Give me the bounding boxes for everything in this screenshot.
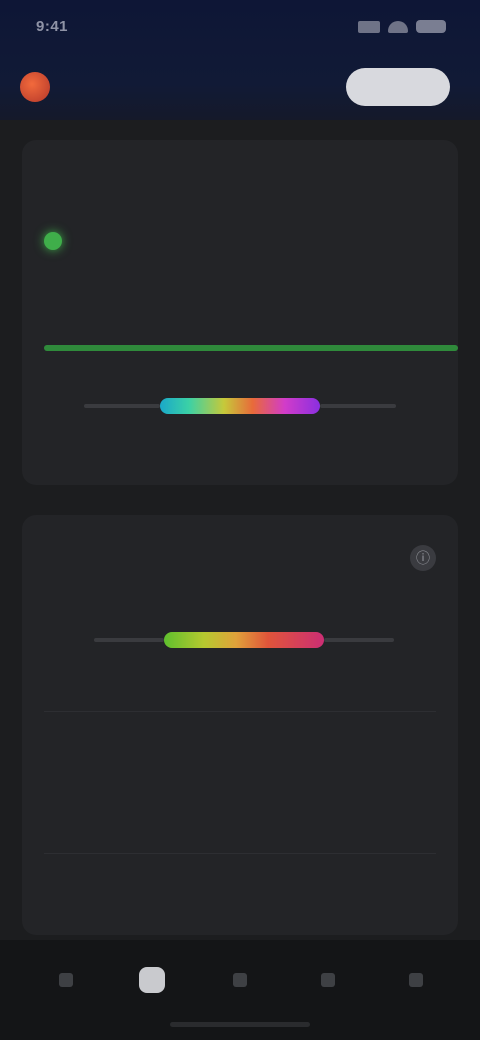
header-action-button[interactable]: [346, 68, 450, 106]
status-bar: 9:41: [0, 0, 480, 54]
status-card: [22, 140, 458, 485]
spectrum-gradient-bar: [160, 398, 320, 414]
spectrum-indicator: [84, 398, 396, 414]
nav-item-chart[interactable]: [220, 960, 260, 1000]
app-logo-icon: [20, 72, 50, 102]
spectrum-line-right: [324, 638, 394, 642]
nav-item-settings[interactable]: [396, 960, 436, 1000]
app-header: [0, 60, 480, 116]
chart-icon: [233, 973, 247, 987]
app-screen: 9:41 ⓘ: [0, 0, 480, 1040]
status-time: 9:41: [36, 18, 69, 35]
list-icon: [321, 973, 335, 987]
spectrum-line-left: [84, 404, 160, 408]
spectrum-indicator-2: [94, 632, 394, 648]
divider: [44, 711, 436, 712]
wifi-icon: [388, 20, 408, 33]
nav-item-home[interactable]: [46, 960, 86, 1000]
home-indicator: [170, 1022, 310, 1027]
spectrum-line-right: [320, 404, 396, 408]
detail-card: ⓘ: [22, 515, 458, 935]
settings-icon: [409, 973, 423, 987]
status-icons: [358, 20, 446, 33]
nav-item-list[interactable]: [308, 960, 348, 1000]
progress-fill: [44, 345, 458, 351]
divider: [44, 853, 436, 854]
progress-bar: [44, 345, 458, 351]
home-icon: [59, 973, 73, 987]
status-dot-icon: [44, 232, 62, 250]
dashboard-icon: [139, 967, 165, 993]
spectrum-line-left: [94, 638, 164, 642]
battery-icon: [416, 20, 446, 33]
spectrum-gradient-bar: [164, 632, 324, 648]
top-header: 9:41: [0, 0, 480, 120]
nav-item-dashboard[interactable]: [132, 960, 172, 1000]
cellular-signal-icon: [358, 20, 380, 33]
info-icon[interactable]: ⓘ: [410, 545, 436, 571]
